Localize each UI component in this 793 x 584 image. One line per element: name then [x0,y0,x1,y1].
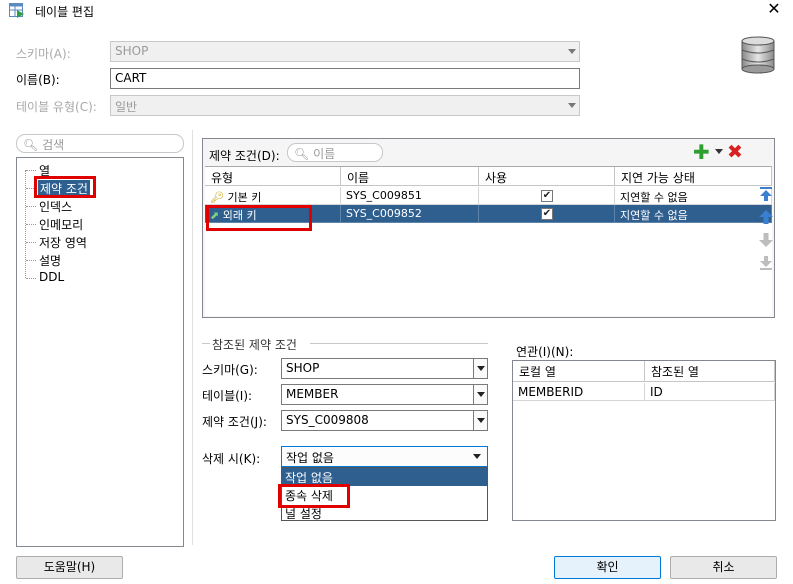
enabled-cell: ✔ [479,187,615,205]
name-label: 이름(B): [16,73,60,87]
table-type-value: 일반 [115,100,138,114]
name-input[interactable]: CART [110,68,580,89]
referenced-section-title: 참조된 제약 조건 [212,338,297,352]
tree-connector [26,206,36,207]
database-icon [741,36,775,74]
type-text: 기본 키 [227,191,262,204]
sidebar-item-ddl[interactable]: DDL [39,270,64,284]
close-icon[interactable]: ✕ [766,0,782,18]
relation-panel: 로컬 열 참조된 열 MEMBERID ID [512,360,776,521]
enabled-checkbox[interactable]: ✔ [541,208,553,220]
enabled-checkbox[interactable]: ✔ [541,190,553,202]
table-row[interactable]: MEMBERID ID [513,383,775,401]
splitter[interactable] [192,130,193,545]
sidebar-item-comment[interactable]: 설명 [39,252,61,269]
title-bar: 테이블 편집 ✕ [0,0,793,22]
chevron-down-icon[interactable] [473,359,487,378]
primary-key-icon: 🔑︎ [210,191,224,204]
name-cell: SYS_C009851 [341,187,479,205]
sidebar-item-inmemory[interactable]: 인메모리 [39,216,83,233]
move-down-icon [759,233,773,247]
on-delete-select[interactable]: 작업 없음 [281,446,488,467]
constraints-search-input[interactable]: 🔍︎ 이름 [287,143,383,162]
move-top-icon[interactable] [758,186,774,202]
schema-value: SHOP [115,44,149,58]
constraints-search-placeholder: 이름 [313,147,336,161]
ok-button[interactable]: 확인 [554,556,661,579]
sidebar-tree: 열 제약 조건 인덱스 인메모리 저장 영역 설명 DDL [16,157,184,547]
ref-table-label: 테이블(I): [202,389,253,403]
name-cell: SYS_C009852 [341,205,479,223]
ref-constraint-label: 제약 조건(J): [202,415,267,429]
chevron-down-icon[interactable] [715,149,723,154]
ref-constraint-select[interactable]: SYS_C009808 [281,410,488,431]
tree-connector [26,224,36,225]
ref-constraint-value: SYS_C009808 [286,413,369,427]
search-icon: 🔍︎ [294,147,310,161]
relation-label: 연관(I)(N): [516,345,574,359]
column-header[interactable]: 로컬 열 [513,361,645,382]
highlight-box [34,176,96,198]
chevron-down-icon[interactable] [473,411,487,430]
ref-table-select[interactable]: MEMBER [281,384,488,405]
sidebar-search-placeholder: 검색 [42,138,65,152]
table-type-label: 테이블 유형(C): [16,100,97,114]
column-header[interactable]: 이름 [341,167,479,186]
help-button[interactable]: 도움말(H) [16,556,123,579]
divider [202,343,210,344]
schema-select: SHOP [110,41,580,62]
chevron-down-icon [568,103,576,108]
type-cell: 🔑︎ 기본 키 [205,187,341,205]
column-header[interactable]: 유형 [205,167,341,186]
tree-connector [26,260,36,261]
tree-connector [26,278,36,279]
column-header[interactable]: 참조된 열 [645,361,775,382]
table-type-select: 일반 [110,95,580,116]
highlight-box [278,484,350,508]
highlight-box [206,205,312,231]
on-delete-value: 작업 없음 [286,451,334,465]
chevron-down-icon [568,49,576,54]
ref-schema-label: 스키마(G): [202,363,258,377]
chevron-down-icon[interactable] [473,454,481,459]
enabled-cell: ✔ [479,205,615,223]
deferrable-cell: 지연할 수 없음 [615,187,772,205]
tree-connector [26,242,36,243]
ref-schema-value: SHOP [286,361,320,375]
table-edit-icon [9,3,24,18]
sidebar-search-input[interactable]: 🔍︎ 검색 [16,134,184,153]
tree-connector [26,170,36,171]
remove-icon[interactable]: ✖ [727,142,747,162]
on-delete-label: 삭제 시(K): [202,452,261,466]
window-title: 테이블 편집 [35,5,95,19]
referenced-column-cell: ID [645,383,775,401]
schema-label: 스키마(A): [16,47,71,61]
chevron-down-icon[interactable] [473,385,487,404]
ref-schema-select[interactable]: SHOP [281,358,488,379]
constraints-label: 제약 조건(D): [209,149,280,163]
column-header[interactable]: 지연 가능 상태 [615,167,772,186]
move-up-icon[interactable] [758,209,774,225]
search-icon: 🔍︎ [23,138,39,152]
deferrable-cell: 지연할 수 없음 [615,205,772,223]
ref-table-value: MEMBER [286,387,339,401]
column-header[interactable]: 사용 [479,167,615,186]
move-bottom-icon [760,256,772,270]
local-column-cell: MEMBERID [513,383,645,401]
constraints-table: 유형 이름 사용 지연 가능 상태 🔑︎ 기본 키 SYS_C009851 ✔ … [205,166,772,316]
sidebar-item-storage[interactable]: 저장 영역 [39,234,87,251]
cancel-button[interactable]: 취소 [670,556,777,579]
divider [310,343,488,344]
table-row[interactable]: 🔑︎ 기본 키 SYS_C009851 ✔ 지연할 수 없음 [205,187,772,205]
sidebar-item-indexes[interactable]: 인덱스 [39,198,72,215]
